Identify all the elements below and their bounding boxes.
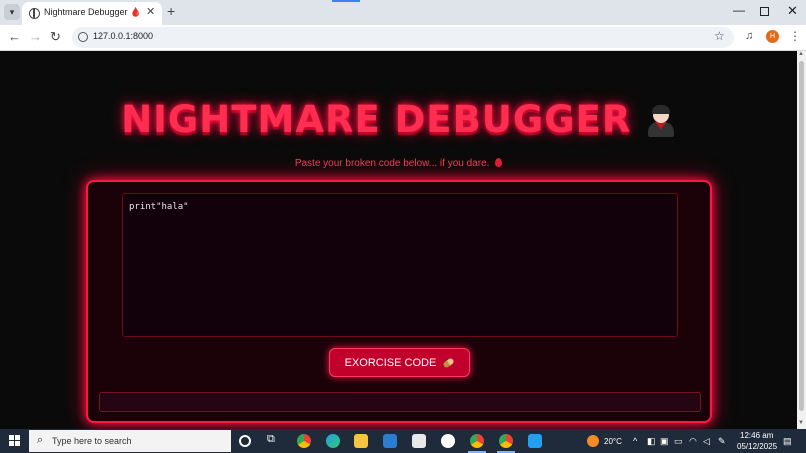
tab-search-button[interactable]: ▾: [4, 4, 20, 20]
clock-date[interactable]: 05/12/2025: [737, 442, 777, 451]
new-tab-icon[interactable]: +: [167, 3, 175, 19]
scroll-thumb[interactable]: [799, 61, 804, 411]
mail-icon[interactable]: [383, 434, 397, 448]
vampire-icon: [646, 103, 676, 137]
bookmark-star-icon[interactable]: ☆: [714, 29, 725, 43]
page-scrollbar[interactable]: ▲ ▼: [797, 51, 806, 429]
page-viewport: NIGHTMARE DEBUGGER Paste your broken cod…: [0, 51, 797, 429]
browser-menu-icon[interactable]: ⋮: [789, 29, 801, 43]
minimize-icon[interactable]: —: [733, 3, 745, 17]
close-window-icon[interactable]: ✕: [787, 3, 798, 19]
site-info-icon[interactable]: [78, 32, 88, 42]
task-view-icon[interactable]: ⧉: [267, 433, 281, 447]
taskbar: ⌕ Type here to search ⧉ 20°C ^ ◧ ▣ ▭ ◠ ◁…: [0, 429, 806, 453]
code-input[interactable]: [122, 193, 678, 337]
title-text: NIGHTMARE DEBUGGER: [121, 98, 632, 141]
scroll-up-icon[interactable]: ▲: [798, 51, 804, 57]
forward-icon[interactable]: →: [29, 29, 42, 44]
chrome-icon[interactable]: [470, 434, 484, 448]
file-explorer-icon[interactable]: [354, 434, 368, 448]
profile-avatar[interactable]: H: [766, 30, 779, 43]
tray-meet-icon[interactable]: ▣: [660, 436, 669, 447]
tab-strip: ▾ Nightmare Debugger 🩸 ✕ + — ✕: [0, 0, 806, 25]
notifications-icon[interactable]: ▤: [783, 436, 792, 447]
taskbar-search-placeholder: Type here to search: [52, 436, 132, 446]
browser-toolbar: ← → ↻ 127.0.0.1:8000 ☆ ♫ H ⋮: [0, 25, 806, 51]
chrome-profile-icon[interactable]: [297, 434, 311, 448]
exorcise-button-label: EXORCISE CODE: [344, 356, 437, 369]
url-text: 127.0.0.1:8000: [93, 31, 154, 41]
chrome-active-icon[interactable]: [499, 434, 513, 448]
clock-time[interactable]: 12:46 am: [740, 431, 773, 440]
edge-icon[interactable]: [326, 434, 340, 448]
tray-app-icon[interactable]: ◧: [647, 436, 656, 447]
taskbar-search-box[interactable]: ⌕ Type here to search: [29, 430, 231, 452]
temperature-text: 20°C: [604, 437, 622, 446]
exorcise-code-button[interactable]: EXORCISE CODE: [329, 348, 470, 377]
code-panel: EXORCISE CODE: [86, 180, 712, 423]
tray-overflow-icon[interactable]: ^: [633, 436, 637, 446]
volume-icon[interactable]: ◁: [703, 436, 710, 447]
scroll-down-icon[interactable]: ▼: [798, 420, 804, 426]
tab-favicon-icon: [29, 8, 40, 19]
vscode-icon[interactable]: [528, 434, 542, 448]
maximize-icon[interactable]: [760, 7, 769, 16]
output-box: [99, 392, 701, 412]
drop-of-blood-icon: [495, 158, 503, 167]
wifi-icon[interactable]: ◠: [689, 436, 697, 447]
pen-icon[interactable]: ✎: [718, 436, 726, 447]
browser-tab[interactable]: Nightmare Debugger 🩸 ✕: [22, 2, 162, 25]
pill-icon: [442, 356, 456, 369]
search-icon: ⌕: [37, 434, 44, 446]
loading-indicator: [332, 0, 360, 2]
back-icon[interactable]: ←: [8, 29, 21, 44]
weather-icon[interactable]: [587, 435, 599, 447]
windows-start-icon[interactable]: [9, 435, 21, 447]
subtitle-text: Paste your broken code below... if you d…: [294, 158, 490, 169]
tab-title: Nightmare Debugger 🩸: [44, 7, 142, 17]
reload-icon[interactable]: ↻: [50, 29, 61, 45]
media-controls-icon[interactable]: ♫: [745, 30, 753, 42]
subtitle: Paste your broken code below... if you d…: [0, 158, 797, 169]
address-bar[interactable]: 127.0.0.1:8000 ☆: [72, 27, 734, 48]
app-icon[interactable]: [441, 434, 455, 448]
page-title: NIGHTMARE DEBUGGER: [0, 98, 797, 141]
close-tab-icon[interactable]: ✕: [146, 5, 155, 18]
cortana-icon[interactable]: [239, 435, 251, 447]
store-icon[interactable]: [412, 434, 426, 448]
battery-icon[interactable]: ▭: [674, 436, 683, 447]
